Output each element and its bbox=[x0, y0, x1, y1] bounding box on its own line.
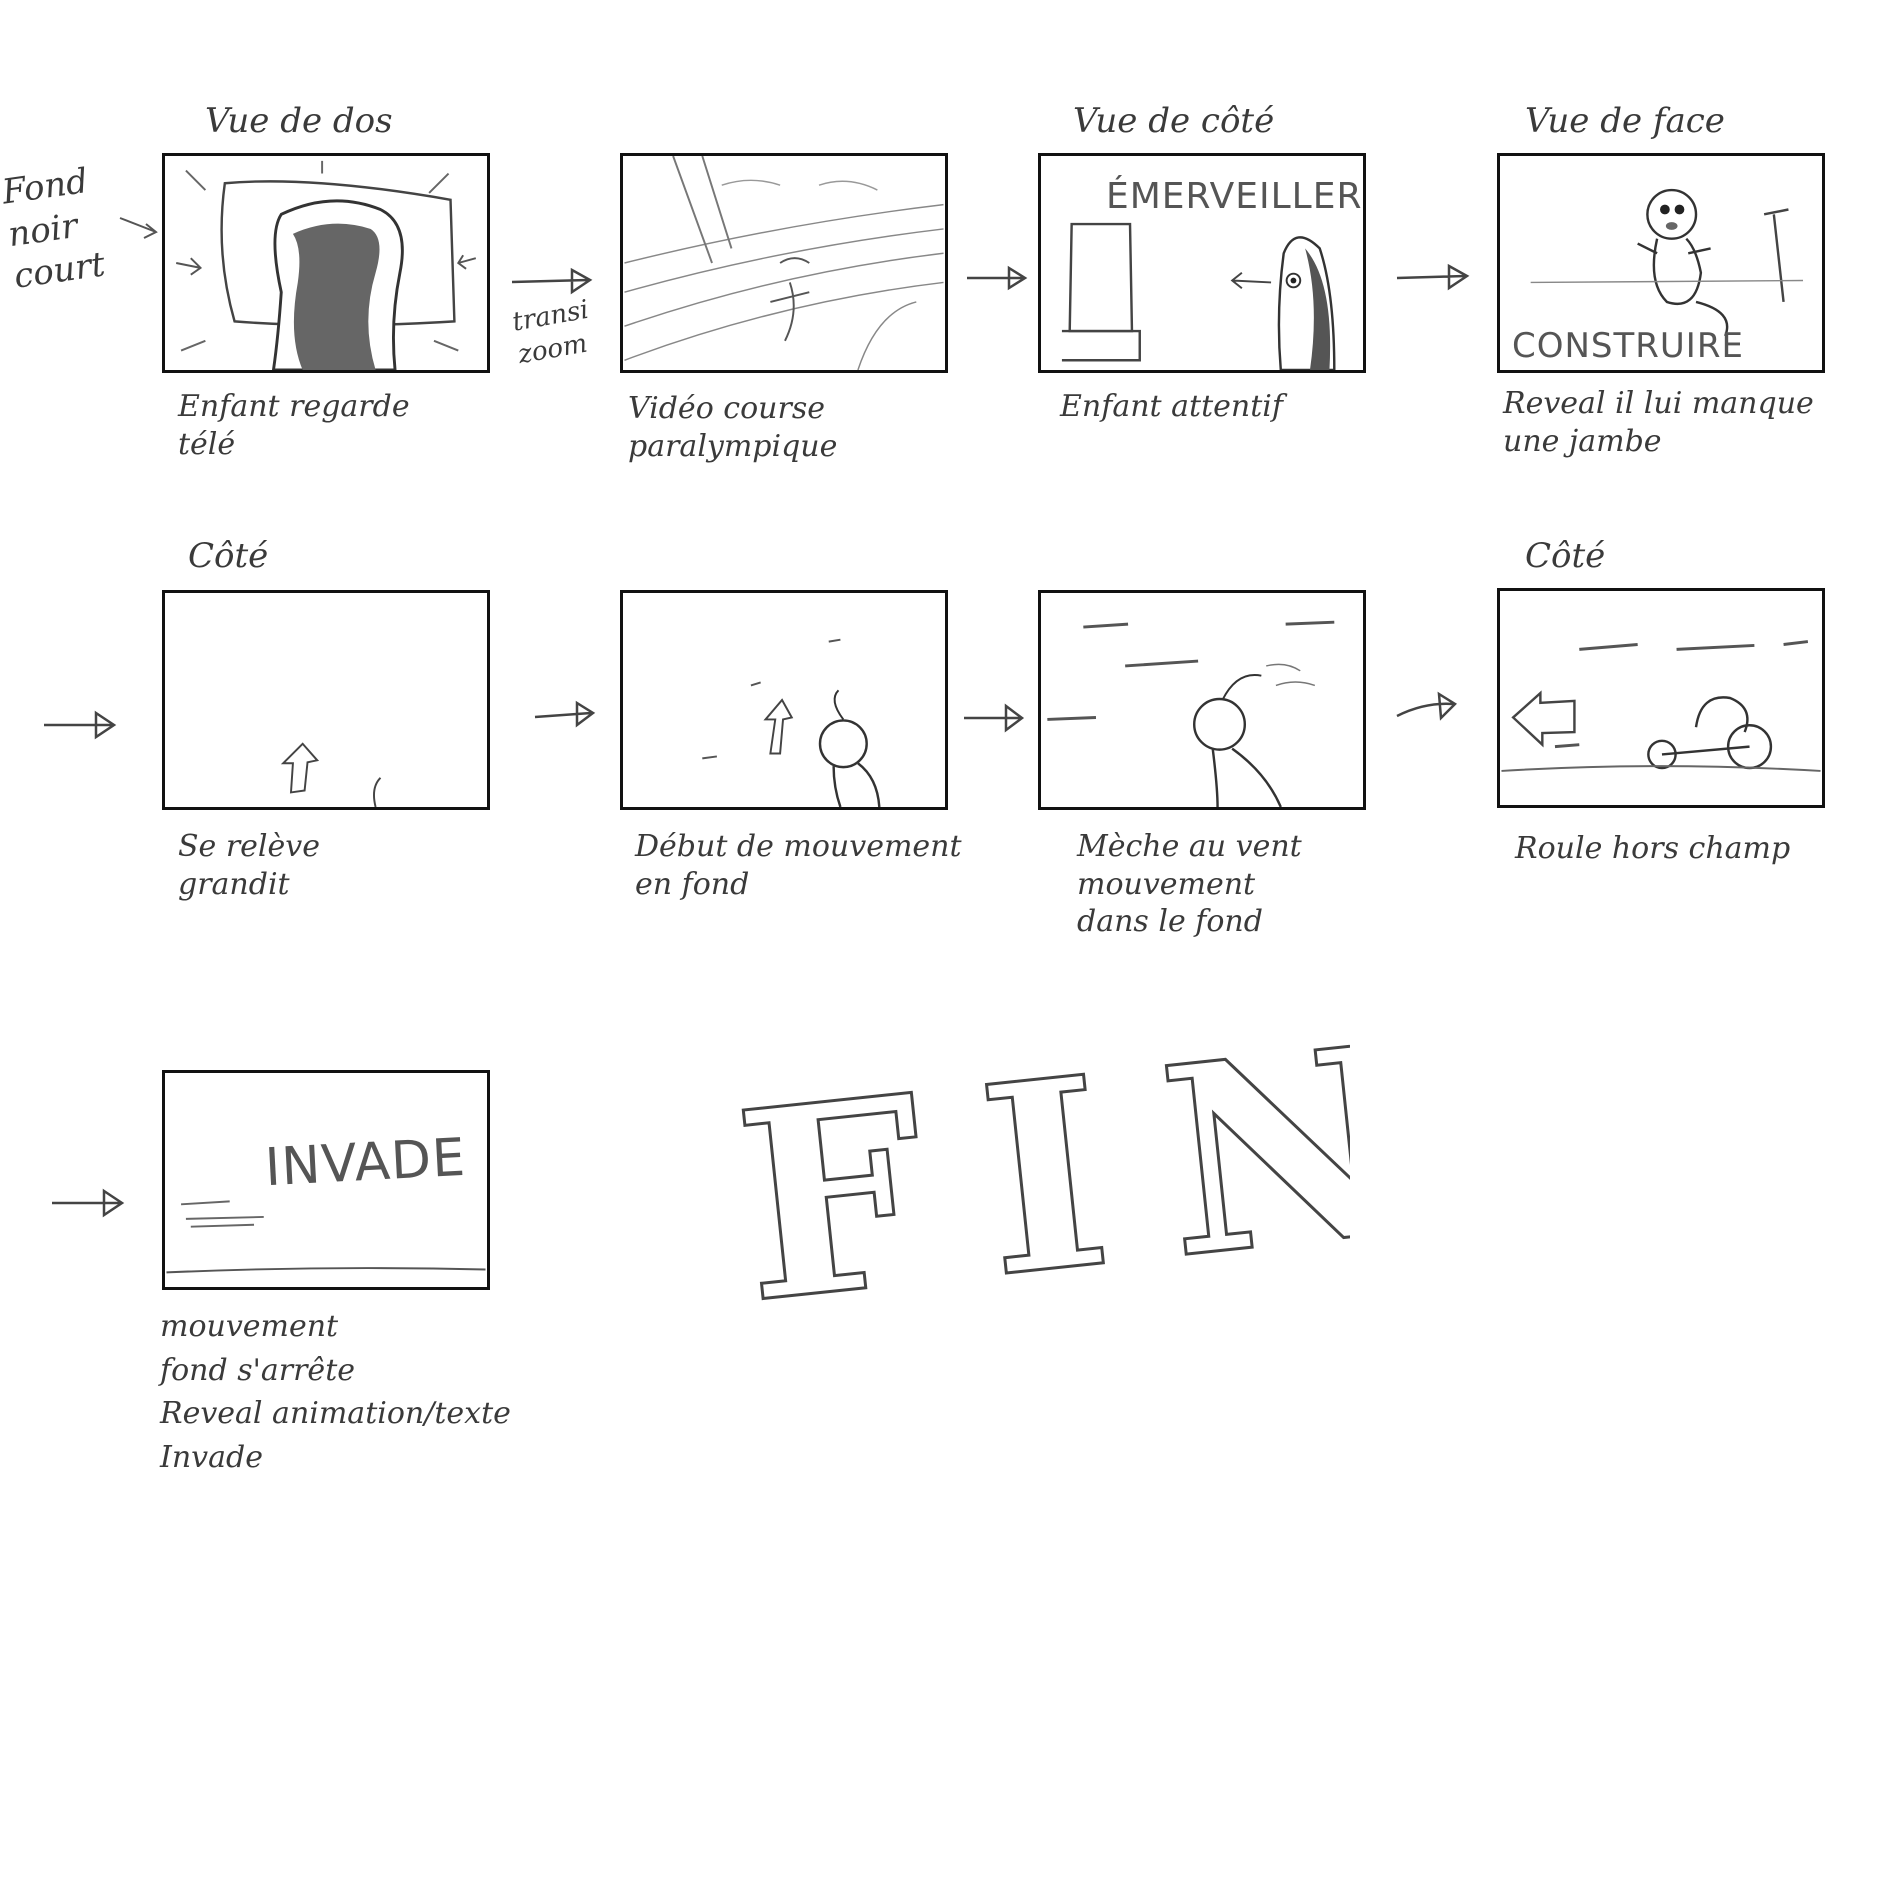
race-video-sketch bbox=[624, 156, 944, 370]
panel-4-heading: Vue de face bbox=[1525, 101, 1725, 141]
side-note: Fond noir court bbox=[0, 161, 108, 297]
storyboard-panel-9: INVADE bbox=[162, 1070, 490, 1290]
panel-6-caption: Début de mouvement en fond bbox=[635, 829, 962, 902]
storyboard-panel-6 bbox=[620, 590, 948, 810]
transition-note: transi zoom bbox=[510, 294, 591, 370]
tv-viewing-sketch bbox=[176, 160, 477, 370]
arrow-row2-start-icon bbox=[44, 710, 117, 740]
panel-5-caption: Se relève grandit bbox=[178, 829, 320, 902]
panel-3-word: ÉMERVEILLER bbox=[1106, 176, 1363, 217]
arrow-row3-start-icon bbox=[52, 1188, 125, 1218]
panel-7-caption: Mèche au vent mouvement dans le fond bbox=[1077, 829, 1302, 939]
panel-5-heading: Côté bbox=[188, 536, 269, 576]
fin-title: FIN bbox=[730, 1030, 1350, 1320]
arrow-6-7-icon bbox=[964, 703, 1025, 733]
panel-8-heading: Côté bbox=[1525, 536, 1606, 576]
panel-2-caption: Vidéo course paralympique bbox=[628, 391, 838, 464]
arrow-2-3-icon bbox=[967, 265, 1028, 291]
panel-4-word: CONSTRUIRE bbox=[1512, 326, 1744, 366]
panel-3-heading: Vue de côté bbox=[1073, 101, 1275, 141]
storyboard-panel-1 bbox=[162, 153, 490, 373]
storyboard-panel-2 bbox=[620, 153, 948, 373]
panel-1-caption: Enfant regarde télé bbox=[178, 389, 410, 462]
panel-1-heading: Vue de dos bbox=[205, 101, 393, 141]
arrow-1-2-icon bbox=[511, 267, 593, 295]
panel-9-caption: mouvement fond s'arrête Reveal animation… bbox=[160, 1309, 511, 1475]
rising-sketch bbox=[280, 742, 382, 807]
storyboard-panel-7 bbox=[1038, 590, 1366, 810]
arrow-5-6-icon bbox=[534, 700, 596, 728]
wheelchair-exit-sketch bbox=[1501, 640, 1821, 772]
fin-text: FIN bbox=[730, 1030, 1350, 1320]
panel-4-caption: Reveal il lui manque une jambe bbox=[1503, 386, 1814, 459]
storyboard-panel-4: CONSTRUIRE bbox=[1497, 153, 1825, 373]
storyboard-panel-5 bbox=[162, 590, 490, 810]
panel-3-caption: Enfant attentif bbox=[1060, 389, 1283, 424]
movement-start-sketch bbox=[702, 638, 881, 807]
panel-8-caption: Roule hors champ bbox=[1515, 831, 1791, 866]
panel-9-word: INVADE bbox=[263, 1127, 468, 1199]
storyboard-panel-3: ÉMERVEILLER bbox=[1038, 153, 1366, 373]
storyboard-panel-8 bbox=[1497, 588, 1825, 808]
arrow-3-4-icon bbox=[1396, 263, 1470, 291]
arrow-7-8-icon bbox=[1396, 691, 1457, 721]
side-note-arrow-icon bbox=[119, 217, 158, 239]
wind-hair-sketch bbox=[1047, 620, 1335, 807]
